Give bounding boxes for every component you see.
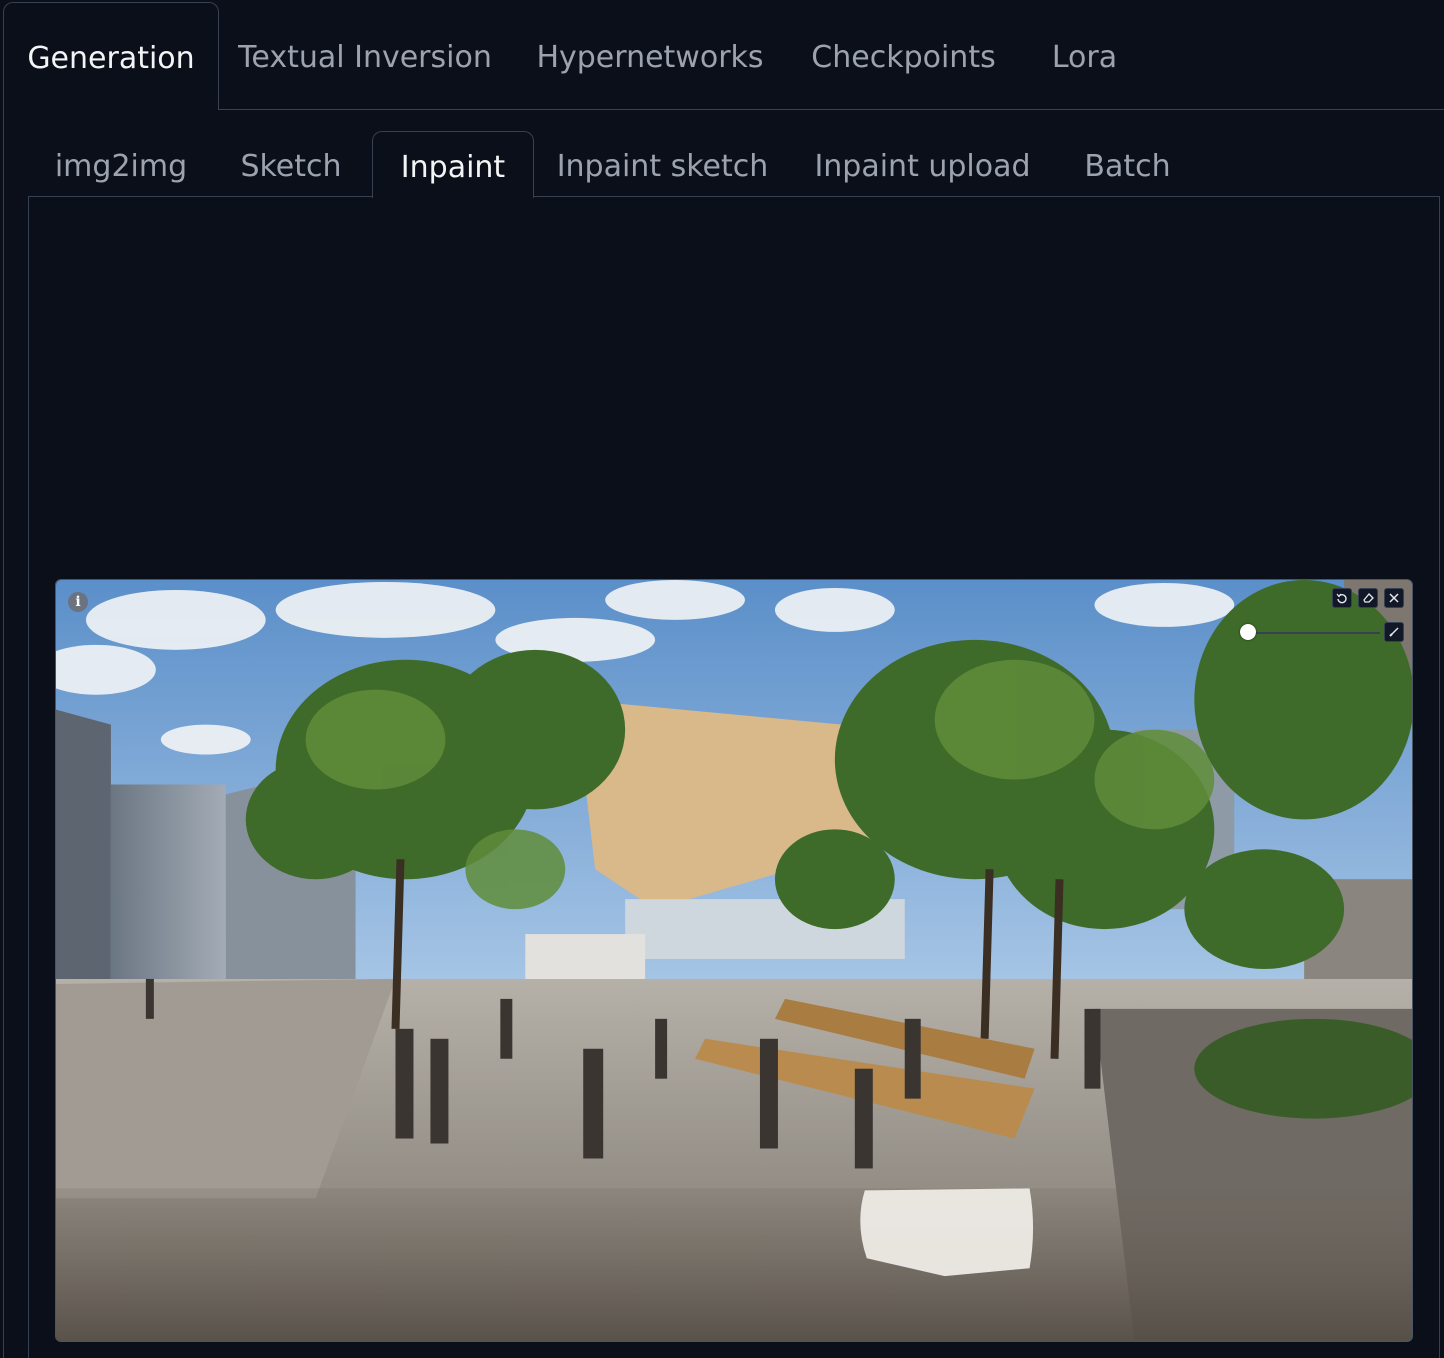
brush-size-slider[interactable] bbox=[1240, 624, 1380, 640]
tab-inpaint[interactable]: Inpaint bbox=[372, 131, 534, 198]
inpaint-canvas[interactable]: i bbox=[55, 579, 1413, 1342]
slider-thumb[interactable] bbox=[1240, 624, 1256, 640]
tab-generation[interactable]: Generation bbox=[3, 2, 219, 109]
tab-hypernetworks[interactable]: Hypernetworks bbox=[535, 2, 765, 109]
info-icon[interactable]: i bbox=[68, 592, 88, 612]
tab-inpaint-upload[interactable]: Inpaint upload bbox=[810, 131, 1035, 197]
close-icon[interactable] bbox=[1384, 588, 1404, 608]
brush-icon[interactable] bbox=[1384, 622, 1404, 642]
tab-sketch[interactable]: Sketch bbox=[232, 131, 350, 197]
eraser-icon[interactable] bbox=[1358, 588, 1378, 608]
slider-track bbox=[1248, 632, 1380, 634]
tab-textual-inversion[interactable]: Textual Inversion bbox=[238, 2, 492, 109]
main-tab-bar: Generation Textual Inversion Hypernetwor… bbox=[0, 0, 1444, 110]
scene-image[interactable] bbox=[56, 580, 1412, 1341]
tab-lora[interactable]: Lora bbox=[1042, 2, 1127, 109]
tab-img2img[interactable]: img2img bbox=[45, 131, 197, 197]
undo-icon[interactable] bbox=[1332, 588, 1352, 608]
tab-checkpoints[interactable]: Checkpoints bbox=[806, 2, 1001, 109]
tab-batch[interactable]: Batch bbox=[1075, 131, 1180, 197]
tab-inpaint-sketch[interactable]: Inpaint sketch bbox=[555, 131, 770, 197]
